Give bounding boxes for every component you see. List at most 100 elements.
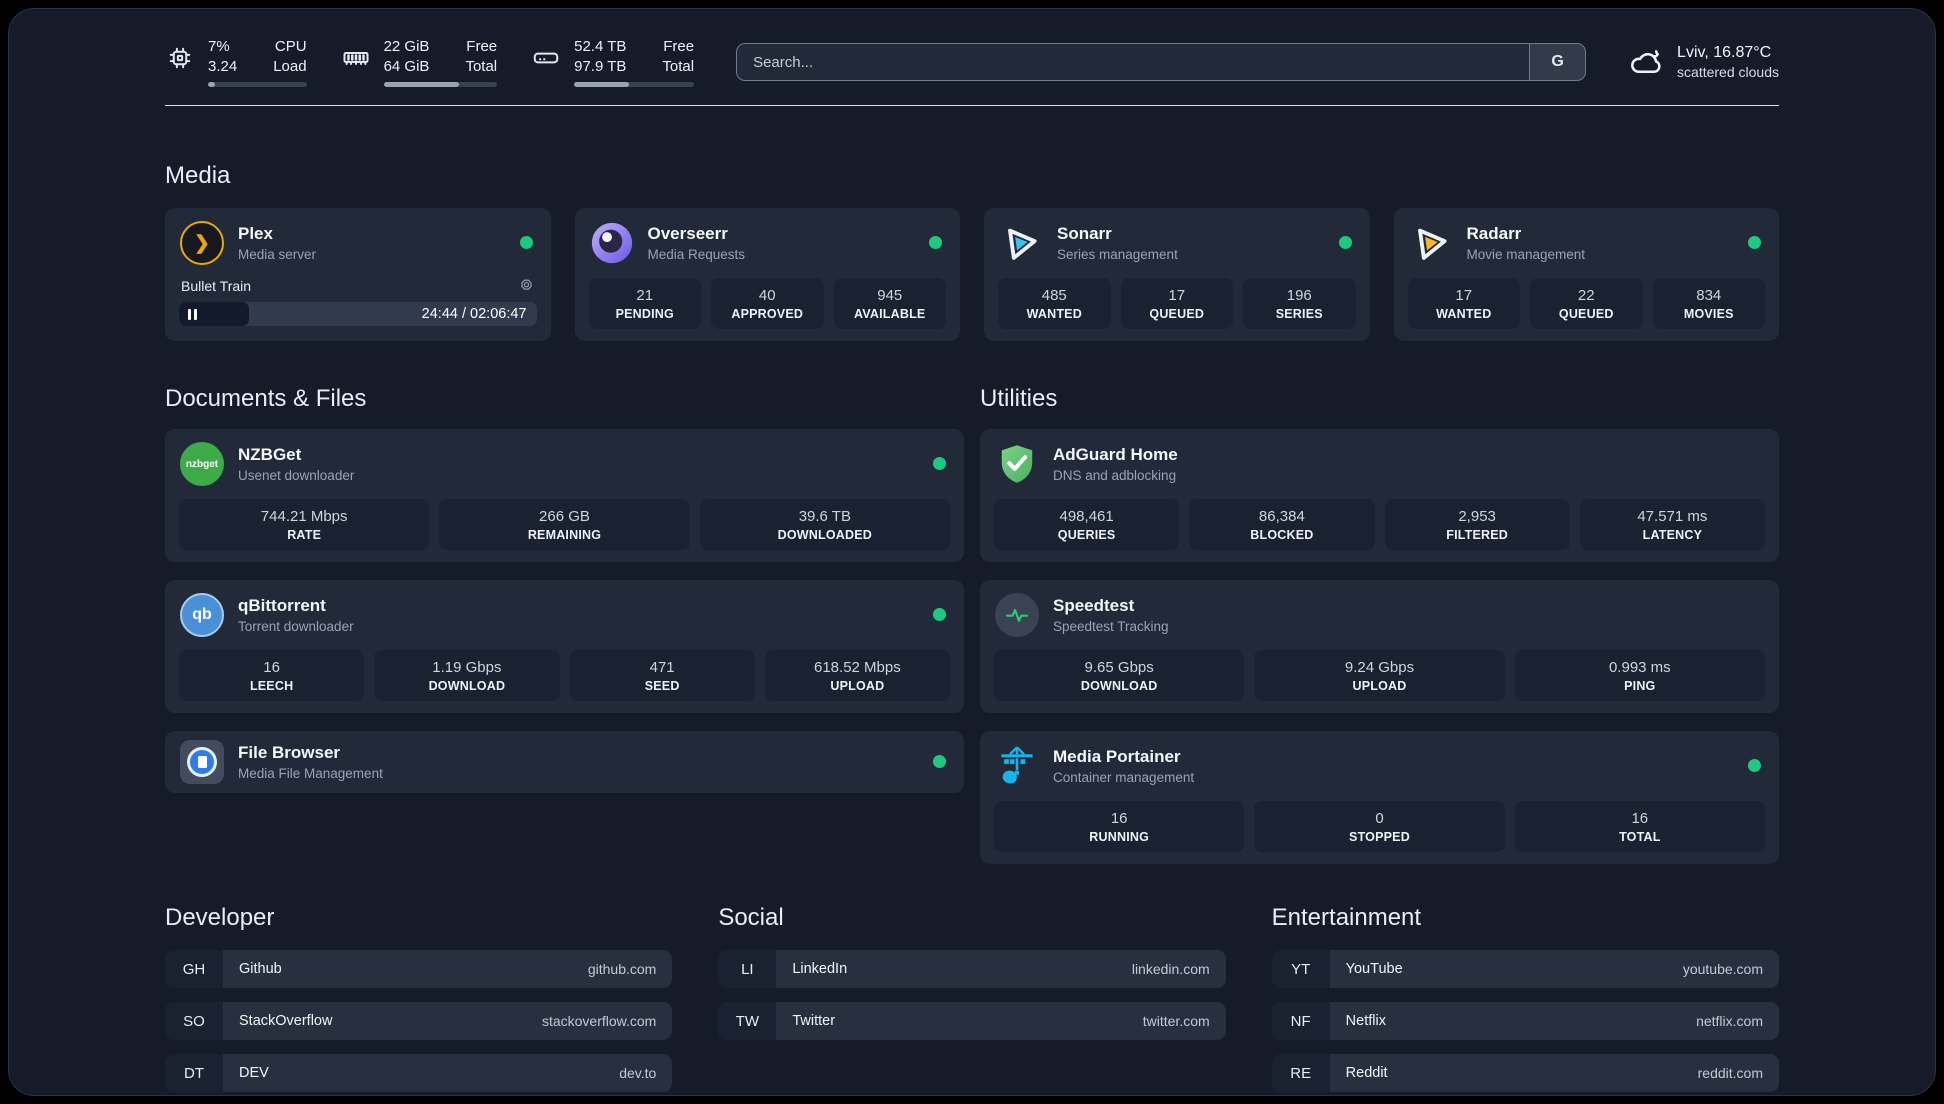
cpu-progress-bar xyxy=(208,82,307,87)
speedtest-icon xyxy=(994,592,1040,638)
bookmark-youtube[interactable]: YT YouTube youtube.com xyxy=(1271,950,1779,988)
sonarr-icon xyxy=(998,220,1044,266)
app-card-filebrowser[interactable]: File Browser Media File Management xyxy=(165,731,964,793)
stat-box: 196 SERIES xyxy=(1243,278,1356,329)
status-dot xyxy=(933,755,946,768)
stat-box: 17 WANTED xyxy=(1407,278,1520,329)
weather-location-temp: Lviv, 16.87°C xyxy=(1677,43,1772,61)
player-settings-icon[interactable] xyxy=(518,277,535,294)
bookmark-url: stackoverflow.com xyxy=(541,1013,657,1029)
app-card-speedtest[interactable]: Speedtest Speedtest Tracking 9.65 Gbps DO… xyxy=(980,580,1779,713)
status-dot xyxy=(933,457,946,470)
stat-box: 618.52 Mbps UPLOAD xyxy=(764,650,950,701)
app-card-plex[interactable]: ❯ Plex Media server Bullet Train 24:44 /… xyxy=(165,208,551,341)
disk-free-value: 52.4 TB xyxy=(574,38,627,55)
app-card-portainer[interactable]: Media Portainer Container management 16 R… xyxy=(980,731,1779,864)
bookmark-url: dev.to xyxy=(619,1065,657,1081)
bookmark-netflix[interactable]: NF Netflix netflix.com xyxy=(1271,1002,1779,1040)
stat-box: 17 QUEUED xyxy=(1120,278,1233,329)
app-card-radarr[interactable]: Radarr Movie management 17 WANTED 22 QUEUE… xyxy=(1393,208,1779,341)
stat-box: 485 WANTED xyxy=(998,278,1111,329)
stat-box: 47.571 ms LATENCY xyxy=(1579,499,1765,550)
disk-total-value: 97.9 TB xyxy=(574,57,627,75)
section-title-developer: Developer xyxy=(165,904,275,931)
app-title: File Browser xyxy=(238,743,341,762)
app-subtitle: Media server xyxy=(238,247,317,262)
plex-icon: ❯ xyxy=(179,220,225,266)
ram-total-label: Total xyxy=(465,57,498,75)
dashboard: 7% 3.24 CPU Load 22 GiB 64 GiB Free Tota… xyxy=(8,8,1936,1096)
bookmark-name: DEV xyxy=(239,1065,269,1081)
weather-condition: scattered clouds xyxy=(1677,64,1779,81)
stat-box: 498,461 QUERIES xyxy=(994,499,1180,550)
app-card-sonarr[interactable]: Sonarr Series management 485 WANTED 17 QUE… xyxy=(984,208,1370,341)
app-subtitle: Container management xyxy=(1053,770,1195,785)
section-title-media: Media xyxy=(165,162,231,189)
stat-box: 945 AVAILABLE xyxy=(833,278,946,329)
stat-box: 266 GB REMAINING xyxy=(439,499,690,550)
bookmark-abbr: YT xyxy=(1271,950,1330,988)
bookmark-name: YouTube xyxy=(1345,961,1403,977)
app-card-adguard[interactable]: AdGuard Home DNS and adblocking 498,461 Q… xyxy=(980,429,1779,562)
bookmark-linkedin[interactable]: LI LinkedIn linkedin.com xyxy=(718,950,1226,988)
app-title: Overseerr xyxy=(647,224,728,243)
app-subtitle: Usenet downloader xyxy=(238,468,355,483)
stat-box: 2,953 FILTERED xyxy=(1384,499,1570,550)
bookmark-abbr: DT xyxy=(165,1054,223,1092)
bookmark-url: youtube.com xyxy=(1682,961,1763,977)
stat-box: 16 LEECH xyxy=(179,650,365,701)
stat-box: 471 SEED xyxy=(569,650,755,701)
stat-box: 39.6 TB DOWNLOADED xyxy=(699,499,950,550)
section-title-social: Social xyxy=(718,904,784,931)
memory-widget: 22 GiB 64 GiB Free Total xyxy=(341,37,498,87)
cloud-icon xyxy=(1628,44,1664,80)
status-dot xyxy=(933,608,946,621)
bookmark-dev[interactable]: DT DEV dev.to xyxy=(165,1054,673,1092)
app-title: qBittorrent xyxy=(238,596,326,615)
status-dot xyxy=(1338,236,1352,249)
stat-box: 21 PENDING xyxy=(588,278,701,329)
stat-box: 9.65 Gbps DOWNLOAD xyxy=(994,650,1245,701)
stat-box: 86,384 BLOCKED xyxy=(1189,499,1375,550)
stat-box: 1.19 Gbps DOWNLOAD xyxy=(374,650,560,701)
app-subtitle: Torrent downloader xyxy=(238,619,354,634)
bookmark-github[interactable]: GH Github github.com xyxy=(165,950,673,988)
disk-total-label: Total xyxy=(662,57,695,75)
bookmark-name: Reddit xyxy=(1345,1065,1388,1081)
stat-box: 0.993 ms PING xyxy=(1514,650,1765,701)
cpu-widget: 7% 3.24 CPU Load xyxy=(165,37,307,87)
bookmark-name: LinkedIn xyxy=(792,961,848,977)
media-card-grid: ❯ Plex Media server Bullet Train 24:44 /… xyxy=(165,208,1779,341)
bookmark-abbr: NF xyxy=(1271,1002,1330,1040)
disk-widget: 52.4 TB 97.9 TB Free Total xyxy=(531,37,695,87)
bookmark-group-developer: Developer GH Github github.com SO StackOv… xyxy=(165,904,673,1095)
pause-icon xyxy=(188,308,197,320)
cpu-percent: 7% xyxy=(208,38,230,55)
search-input[interactable] xyxy=(737,44,1530,80)
section-title-utilities: Utilities xyxy=(980,385,1058,412)
stat-box: 9.24 Gbps UPLOAD xyxy=(1254,650,1505,701)
app-card-overseerr[interactable]: Overseerr Media Requests 21 PENDING 40 APP… xyxy=(574,208,960,341)
stat-box: 0 STOPPED xyxy=(1254,801,1505,852)
bookmark-twitter[interactable]: TW Twitter twitter.com xyxy=(718,1002,1226,1040)
bookmark-abbr: SO xyxy=(165,1002,223,1040)
cpu-load-value: 3.24 xyxy=(208,57,238,75)
stat-box: 834 MOVIES xyxy=(1652,278,1765,329)
bookmark-url: github.com xyxy=(587,961,657,977)
stat-box: 16 RUNNING xyxy=(994,801,1245,852)
bookmark-stackoverflow[interactable]: SO StackOverflow stackoverflow.com xyxy=(165,1002,673,1040)
app-title: Sonarr xyxy=(1057,224,1112,243)
ram-icon xyxy=(341,43,371,73)
bookmark-reddit[interactable]: RE Reddit reddit.com xyxy=(1271,1054,1779,1092)
qbittorrent-icon: qb xyxy=(179,592,225,638)
bookmark-url: reddit.com xyxy=(1697,1065,1763,1081)
utilities-column: Utilities AdGuard Home DNS and adblockin… xyxy=(980,385,1779,864)
app-subtitle: Media Requests xyxy=(647,247,746,262)
app-card-qbittorrent[interactable]: qb qBittorrent Torrent downloader 16 LEEC… xyxy=(165,580,964,713)
bookmark-name: Netflix xyxy=(1345,1013,1386,1029)
app-card-nzbget[interactable]: nzbget NZBGet Usenet downloader 744.21 M… xyxy=(165,429,964,562)
search-engine-button[interactable]: G xyxy=(1529,44,1586,80)
stat-box: 40 APPROVED xyxy=(711,278,824,329)
ram-total-value: 64 GiB xyxy=(383,57,430,75)
stat-box: 22 QUEUED xyxy=(1530,278,1643,329)
